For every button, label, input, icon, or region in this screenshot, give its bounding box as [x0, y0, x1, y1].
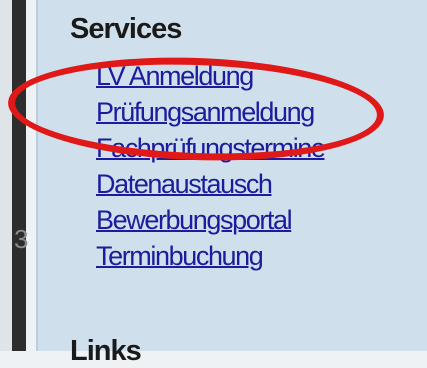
link-pruefungsanmeldung[interactable]: Prüfungsanmeldung	[96, 97, 315, 127]
list-item: Fachprüfungstermine	[96, 130, 326, 166]
services-heading: Services	[70, 13, 182, 45]
list-item: LV Anmeldung	[96, 58, 325, 94]
window-border	[12, 0, 26, 351]
services-sidebar-panel: Services LV Anmeldung Prüfungsanmeldung …	[36, 0, 427, 367]
link-datenaustausch[interactable]: Datenaustausch	[96, 169, 273, 199]
background-digit: 3	[14, 224, 29, 254]
link-bewerbungsportal[interactable]: Bewerbungsportal	[96, 205, 293, 235]
list-item: Bewerbungsportal	[96, 202, 325, 238]
list-item: Terminbuchung	[96, 238, 325, 274]
background-window-edge	[0, 0, 12, 351]
list-item: Prüfungsanmeldung	[96, 94, 325, 130]
services-link-list: LV Anmeldung Prüfungsanmeldung Fachprüfu…	[96, 58, 326, 274]
link-fachpruefungstermine[interactable]: Fachprüfungstermine	[96, 133, 326, 163]
links-heading: Links	[70, 335, 142, 367]
link-lv-anmeldung[interactable]: LV Anmeldung	[96, 61, 254, 91]
link-terminbuchung[interactable]: Terminbuchung	[96, 241, 264, 271]
list-item: Datenaustausch	[96, 166, 325, 202]
